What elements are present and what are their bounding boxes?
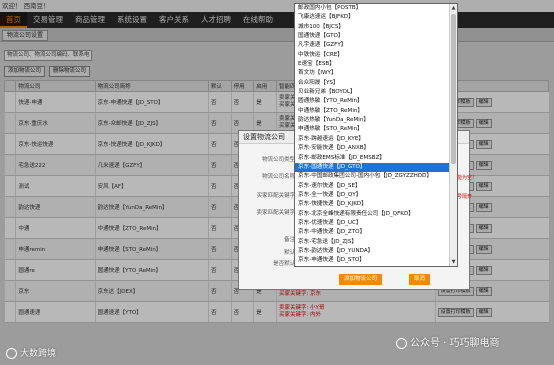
- dropdown-option[interactable]: 贝业新兄弟【BOYOL】: [295, 88, 457, 97]
- dropdown-option[interactable]: 京东-安能快递【JD_ANXB】: [295, 144, 457, 153]
- dropdown-option[interactable]: 京东-全一快递【JD_QY】: [295, 191, 457, 200]
- dropdown-option[interactable]: 京东-申通快递【JD_STO】: [295, 256, 457, 265]
- scroll-up-icon[interactable]: ▲: [450, 4, 457, 12]
- dropdown-option[interactable]: 京东-速尔快递【JD_SE】: [295, 182, 457, 191]
- dropdown-option[interactable]: 中铁快运【CRE】: [295, 51, 457, 60]
- field-label-name: 物流公司名称:: [262, 174, 297, 180]
- dropdown-option[interactable]: 京东-邮政EMS标准【JD_EMSBZ】: [295, 154, 457, 163]
- field-label-buyer-keyword: 买家匹配关键字:: [256, 193, 297, 199]
- dropdown-option[interactable]: 京东-顺丰快递【JD_SF】: [295, 266, 457, 267]
- dialog-labels: 物流公司类型: 物流公司名称: 买家匹配关键字: 卖家匹配关键字: 备注: 默认…: [239, 131, 297, 291]
- dropdown-option[interactable]: 城市100【BJCS】: [295, 23, 457, 32]
- dropdown-option[interactable]: E速宝【ESB】: [295, 60, 457, 69]
- cancel-button[interactable]: 取消: [409, 274, 431, 285]
- watermark-right-text: 公众号 · 巧巧聊电商: [410, 338, 500, 349]
- dropdown-option[interactable]: 京东-中国邮政集团公司-国内小包【JD_ZGYZZHDD】: [295, 172, 457, 181]
- dropdown-option[interactable]: 合众阳晟【YS】: [295, 79, 457, 88]
- dropdown-option[interactable]: 京东-优速快递【JD_UC】: [295, 219, 457, 228]
- scroll-thumb[interactable]: [451, 14, 456, 164]
- logistics-type-dropdown[interactable]: 邮政国内小包【POSTB】 飞康达速运【BJFKD】 城市100【BJCS】 国通快递…: [294, 3, 458, 267]
- wechat-icon: [396, 337, 407, 349]
- dropdown-option[interactable]: 京东-快捷快递【JD_KJKD】: [295, 200, 457, 209]
- dropdown-option[interactable]: 韵达热敏【YunDa_ReMin】: [295, 116, 457, 125]
- dropdown-option[interactable]: 京东-中通快递【JD_ZTO】: [295, 228, 457, 237]
- watermark-left: 大数跨境: [6, 346, 56, 359]
- dropdown-option[interactable]: 圆通热敏【YTO_ReMin】: [295, 97, 457, 106]
- dropdown-option[interactable]: 首文坊【IWY】: [295, 69, 457, 78]
- dropdown-option[interactable]: 凡宇速递【GZFY】: [295, 41, 457, 50]
- field-label-type: 物流公司类型:: [262, 157, 297, 163]
- dropdown-option[interactable]: 中通热敏【ZTO_ReMin】: [295, 107, 457, 116]
- dropdown-list: 邮政国内小包【POSTB】 飞康达速运【BJFKD】 城市100【BJCS】 国通快递…: [295, 4, 457, 267]
- dropdown-option[interactable]: 邮政国内小包【POSTB】: [295, 4, 457, 13]
- add-logistics-confirm-button[interactable]: 添加物流公司: [339, 274, 383, 285]
- dropdown-option[interactable]: 飞康达速运【BJFKD】: [295, 13, 457, 22]
- dropdown-scrollbar[interactable]: ▲ ▼: [449, 4, 457, 266]
- field-label-seller-keyword: 卖家匹配关键字:: [256, 210, 297, 216]
- dropdown-option[interactable]: 京东-北京全峰快递有限责任公司【JD_QFKD】: [295, 210, 457, 219]
- dropdown-option[interactable]: 京东-国通快递【JD_GTO】: [295, 162, 457, 173]
- watermark-left-text: 大数跨境: [20, 349, 57, 359]
- brand-icon: [6, 348, 17, 359]
- watermark-right: 公众号 · 巧巧聊电商: [396, 334, 500, 349]
- dropdown-option[interactable]: 申通热敏【STO_ReMin】: [295, 125, 457, 134]
- scroll-down-icon[interactable]: ▼: [450, 258, 457, 266]
- dropdown-option[interactable]: 国通快递【GTO】: [295, 32, 457, 41]
- dropdown-option[interactable]: 京东-跨越速运【JD_KYE】: [295, 135, 457, 144]
- dropdown-option[interactable]: 京东-韵达快递【JD_YUNDA】: [295, 247, 457, 256]
- dropdown-option[interactable]: 京东-宅急送【JD_ZJS】: [295, 238, 457, 247]
